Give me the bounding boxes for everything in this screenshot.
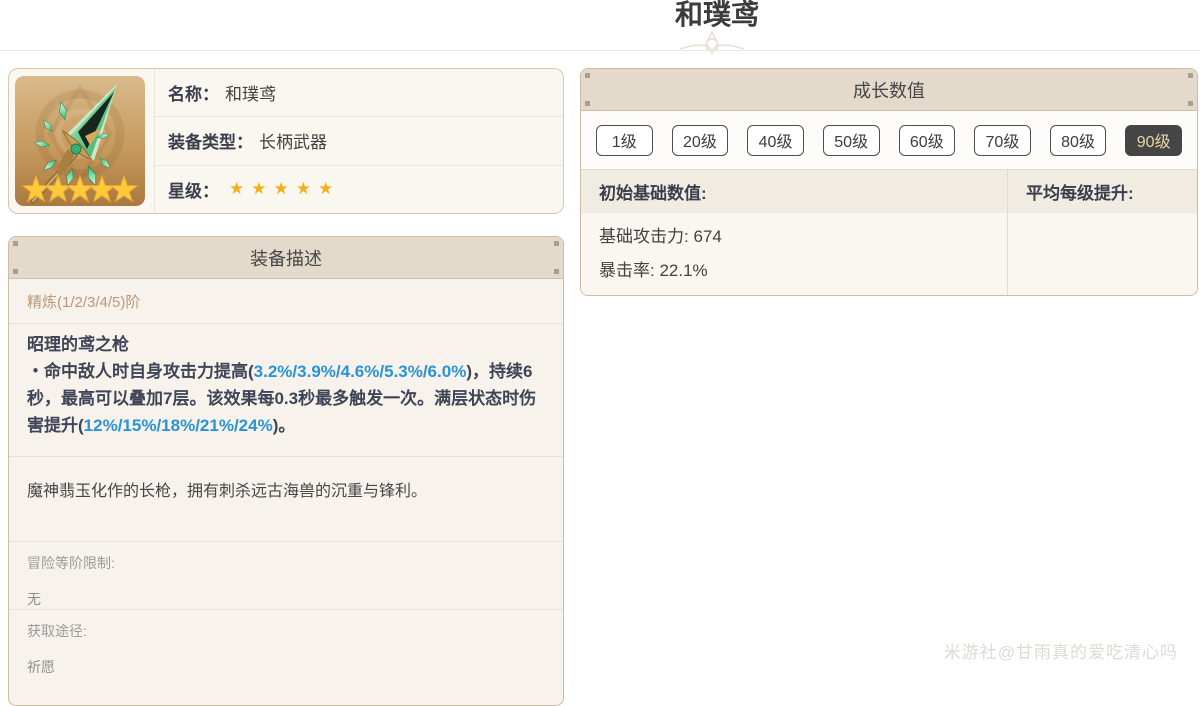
star-rating-icons: ★★★★★ bbox=[229, 179, 341, 199]
star-label: 星级： bbox=[168, 181, 219, 201]
jade-spear-art-icon bbox=[15, 76, 145, 206]
name-value: 和璞鸢 bbox=[225, 85, 276, 105]
passive-name: 昭理的鸢之枪 bbox=[27, 335, 129, 354]
source-label: 获取途径: bbox=[27, 623, 87, 639]
watermark: 米游社@甘雨真的爱吃清心吗 bbox=[943, 643, 1178, 662]
growth-card-title: 成长数值 bbox=[853, 80, 925, 101]
level-tab-70[interactable]: 70级 bbox=[974, 124, 1031, 156]
passive-effect-section: 昭理的鸢之枪 ・命中敌人时自身攻击力提高(3.2%/3.9%/4.6%/5.3%… bbox=[9, 323, 563, 456]
source-section: 获取途径: 祈愿 bbox=[9, 609, 563, 699]
corner-ornament bbox=[1188, 101, 1193, 106]
stats-table-body: 基础攻击力: 674 暴击率: 22.1% bbox=[581, 213, 1197, 295]
corner-ornament bbox=[554, 269, 559, 274]
page-title: 和璞鸢 bbox=[674, 0, 760, 30]
refine-rank-text: 精炼(1/2/3/4/5)阶 bbox=[27, 293, 141, 311]
type-row: 装备类型： 长柄武器 bbox=[155, 116, 563, 164]
flavor-text-section: 魔神翡玉化作的长枪，拥有刺杀远古海兽的沉重与锋利。 bbox=[9, 456, 563, 541]
flavor-text: 魔神翡玉化作的长枪，拥有刺杀远古海兽的沉重与锋利。 bbox=[27, 483, 428, 500]
weapon-image bbox=[15, 76, 145, 206]
level-tab-20[interactable]: 20级 bbox=[671, 124, 729, 156]
level-tab-60[interactable]: 60级 bbox=[898, 124, 956, 156]
effect-dmg-values: 12%/15%/18%/21%/24% bbox=[83, 416, 273, 435]
passive-effect-text: ・命中敌人时自身攻击力提高(3.2%/3.9%/4.6%/5.3%/6.0%)，… bbox=[27, 358, 545, 439]
type-value: 长柄武器 bbox=[259, 133, 327, 153]
divider-emblem-icon bbox=[679, 30, 745, 55]
corner-ornament bbox=[554, 241, 559, 246]
effect-atk-values: 3.2%/3.9%/4.6%/5.3%/6.0% bbox=[253, 362, 467, 381]
stats-table-header: 初始基础数值: 平均每级提升: bbox=[581, 169, 1197, 213]
weapon-info-card: 名称： 和璞鸢 装备类型： 长柄武器 星级： ★★★★★ bbox=[8, 68, 564, 214]
name-row: 名称： 和璞鸢 bbox=[155, 69, 563, 116]
crit-rate-value: 暴击率: 22.1% bbox=[599, 261, 708, 280]
type-label: 装备类型： bbox=[168, 133, 253, 153]
effect-text-part: )。 bbox=[272, 416, 296, 435]
growth-stats-card: 成长数值 1级 20级 40级 50级 60级 70级 80级 90级 初始基础… bbox=[580, 68, 1198, 296]
weapon-info-rows: 名称： 和璞鸢 装备类型： 长柄武器 星级： ★★★★★ bbox=[154, 69, 563, 213]
desc-card-header: 装备描述 bbox=[9, 237, 563, 279]
name-label: 名称： bbox=[168, 85, 219, 105]
corner-ornament bbox=[1188, 73, 1193, 78]
level-tab-40[interactable]: 40级 bbox=[747, 124, 804, 156]
effect-text-part: ・命中敌人时自身攻击力提高( bbox=[27, 362, 254, 381]
source-value: 祈愿 bbox=[27, 659, 55, 675]
corner-ornament bbox=[13, 269, 18, 274]
avg-increase-values bbox=[1007, 213, 1197, 295]
corner-ornament bbox=[585, 101, 590, 106]
desc-card-title: 装备描述 bbox=[250, 248, 322, 269]
avg-increase-header: 平均每级提升: bbox=[1007, 170, 1197, 213]
corner-ornament bbox=[585, 73, 590, 78]
adventure-rank-value: 无 bbox=[27, 591, 41, 607]
base-stats-values: 基础攻击力: 674 暴击率: 22.1% bbox=[581, 213, 1007, 295]
level-tab-90[interactable]: 90级 bbox=[1125, 124, 1182, 156]
divider-line bbox=[0, 50, 1200, 51]
corner-ornament bbox=[13, 241, 18, 246]
adventure-rank-section: 冒险等阶限制: 无 bbox=[9, 541, 563, 609]
level-tabs: 1级 20级 40级 50级 60级 70级 80级 90级 bbox=[581, 111, 1197, 169]
equipment-description-card: 装备描述 精炼(1/2/3/4/5)阶 昭理的鸢之枪 ・命中敌人时自身攻击力提高… bbox=[8, 236, 564, 706]
level-tab-80[interactable]: 80级 bbox=[1049, 124, 1107, 156]
base-atk-value: 基础攻击力: 674 bbox=[599, 227, 722, 246]
growth-card-header: 成长数值 bbox=[581, 69, 1197, 111]
refine-rank-row: 精炼(1/2/3/4/5)阶 bbox=[9, 279, 563, 323]
level-tab-1[interactable]: 1级 bbox=[596, 124, 653, 156]
base-stats-header: 初始基础数值: bbox=[599, 184, 707, 203]
star-row: 星级： ★★★★★ bbox=[155, 164, 563, 213]
adventure-rank-label: 冒险等阶限制: bbox=[27, 555, 115, 571]
level-tab-50[interactable]: 50级 bbox=[822, 124, 880, 156]
